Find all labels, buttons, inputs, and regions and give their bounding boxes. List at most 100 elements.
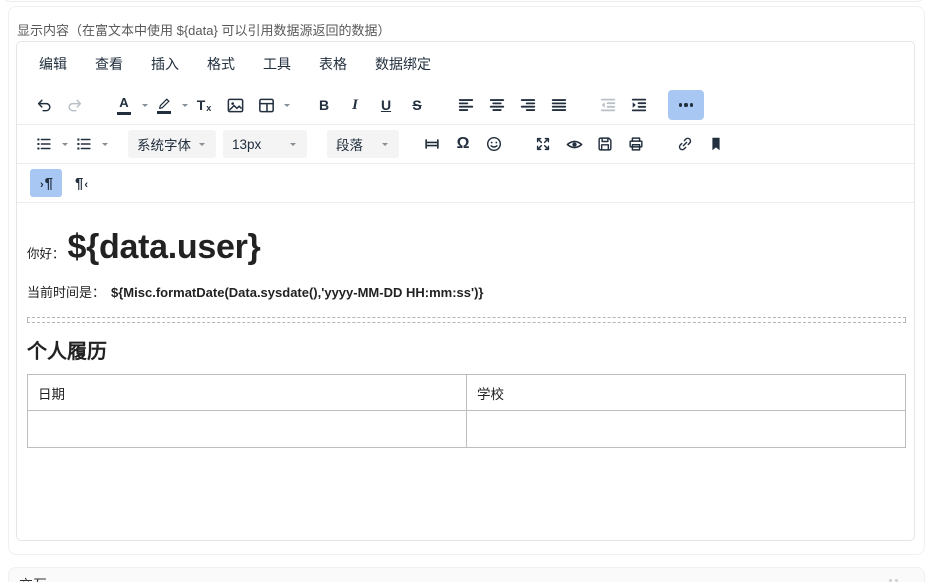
undo-icon — [35, 96, 53, 114]
time-variable: ${Misc.formatDate(Data.sysdate(),'yyyy-M… — [111, 285, 483, 300]
bullet-list-button[interactable] — [30, 130, 58, 158]
font-size-caret-icon — [290, 143, 296, 149]
toolbar-row-1: A Tx — [17, 86, 914, 125]
align-center-button[interactable] — [483, 91, 511, 119]
link-icon — [676, 135, 694, 153]
interaction-section-header[interactable]: 交互 — [8, 567, 925, 582]
horizontal-rule[interactable] — [27, 317, 906, 323]
insert-image-button[interactable] — [221, 91, 249, 119]
indent-button[interactable] — [625, 91, 653, 119]
print-button[interactable] — [622, 130, 650, 158]
table-caret-icon[interactable] — [284, 104, 290, 110]
menu-data-binding[interactable]: 数据绑定 — [366, 50, 440, 78]
bold-button[interactable]: B — [310, 91, 338, 119]
menu-edit[interactable]: 编辑 — [30, 50, 76, 78]
print-icon — [627, 135, 645, 153]
table-header-row: 日期 学校 — [28, 375, 906, 411]
text-color-caret-icon[interactable] — [142, 104, 148, 110]
italic-button[interactable]: I — [341, 91, 369, 119]
fullscreen-button[interactable] — [529, 130, 557, 158]
redo-button[interactable] — [61, 91, 89, 119]
align-justify-icon — [550, 96, 568, 114]
clear-formatting-button[interactable]: Tx — [190, 91, 218, 119]
outdent-button[interactable] — [594, 91, 622, 119]
insert-link-button[interactable] — [671, 130, 699, 158]
more-toolbar-button[interactable] — [668, 90, 704, 120]
align-left-button[interactable] — [452, 91, 480, 119]
underline-icon: U — [381, 98, 391, 112]
time-paragraph[interactable]: 当前时间是： ${Misc.formatDate(Data.sysdate(),… — [27, 282, 906, 301]
table-header-school[interactable]: 学校 — [467, 375, 906, 411]
menu-format[interactable]: 格式 — [198, 50, 244, 78]
fullscreen-icon — [534, 135, 552, 153]
table-icon — [257, 96, 276, 115]
omega-icon: Ω — [457, 137, 470, 151]
display-content-card: 显示内容（在富文本中使用 ${data} 可以引用数据源返回的数据） 编辑 查看… — [8, 6, 925, 555]
insert-table-button[interactable] — [252, 91, 280, 119]
editor-menubar: 编辑 查看 插入 格式 工具 表格 数据绑定 — [17, 42, 914, 86]
menu-view[interactable]: 查看 — [86, 50, 132, 78]
indent-icon — [630, 96, 648, 114]
undo-button[interactable] — [30, 91, 58, 119]
table-cell-school[interactable] — [467, 411, 906, 448]
emoticon-icon — [485, 135, 503, 153]
redo-icon — [66, 96, 84, 114]
greeting-heading[interactable]: 你好： ${data.user} — [27, 228, 906, 267]
highlight-color-caret-icon[interactable] — [182, 104, 188, 110]
previous-card-remnant — [2, 0, 925, 2]
block-format-caret-icon — [382, 143, 388, 149]
field-label: 显示内容（在富文本中使用 ${data} 可以引用数据源返回的数据） — [17, 20, 390, 39]
menu-tools[interactable]: 工具 — [254, 50, 300, 78]
align-justify-button[interactable] — [545, 91, 573, 119]
text-color-button[interactable]: A — [110, 91, 138, 119]
toolbar-row-2: 系统字体 13px 段落 Ω — [17, 125, 914, 164]
table-cell-date[interactable] — [28, 411, 467, 448]
menu-table[interactable]: 表格 — [310, 50, 356, 78]
clear-formatting-icon: T — [197, 98, 206, 112]
numbered-list-button[interactable] — [70, 130, 98, 158]
numbered-list-caret-icon[interactable] — [102, 143, 108, 149]
outdent-icon — [599, 96, 617, 114]
horizontal-rule-button[interactable] — [418, 130, 446, 158]
strikethrough-icon: S — [412, 98, 421, 112]
eye-icon — [565, 135, 584, 154]
special-character-button[interactable]: Ω — [449, 130, 477, 158]
resume-table: 日期 学校 — [27, 374, 906, 448]
font-size-select[interactable]: 13px — [223, 130, 307, 158]
strikethrough-button[interactable]: S — [403, 91, 431, 119]
bookmark-icon — [707, 135, 725, 153]
ltr-button[interactable]: ›¶ — [30, 169, 62, 197]
image-icon — [226, 96, 245, 115]
align-right-button[interactable] — [514, 91, 542, 119]
horizontal-rule-icon — [423, 135, 441, 153]
menu-insert[interactable]: 插入 — [142, 50, 188, 78]
greeting-variable: ${data.user} — [68, 228, 261, 267]
align-center-icon — [488, 96, 506, 114]
bullet-list-icon — [35, 135, 53, 153]
font-family-caret-icon — [199, 143, 205, 149]
preview-button[interactable] — [560, 130, 588, 158]
rtl-icon: ¶‹ — [75, 175, 89, 192]
editor-content-area[interactable]: 你好： ${data.user} 当前时间是： ${Misc.formatDat… — [17, 203, 914, 541]
emoticons-button[interactable] — [480, 130, 508, 158]
highlight-color-button[interactable] — [150, 91, 178, 119]
align-left-icon — [457, 96, 475, 114]
toolbar-row-3: ›¶ ¶‹ — [17, 164, 914, 203]
properties-panel: 显示内容（在富文本中使用 ${data} 可以引用数据源返回的数据） 编辑 查看… — [0, 0, 943, 582]
save-button[interactable] — [591, 130, 619, 158]
underline-button[interactable]: U — [372, 91, 400, 119]
text-color-icon: A — [117, 96, 131, 115]
ellipsis-icon — [679, 103, 682, 106]
ltr-icon: ›¶ — [39, 175, 53, 192]
rtl-button[interactable]: ¶‹ — [66, 169, 98, 197]
align-right-icon — [519, 96, 537, 114]
anchor-button[interactable] — [702, 130, 730, 158]
resume-section-title[interactable]: 个人履历 — [27, 335, 906, 364]
rich-text-editor[interactable]: 编辑 查看 插入 格式 工具 表格 数据绑定 — [16, 41, 915, 541]
table-row — [28, 411, 906, 448]
font-family-select[interactable]: 系统字体 — [128, 130, 216, 158]
block-format-select[interactable]: 段落 — [327, 130, 399, 158]
bullet-list-caret-icon[interactable] — [62, 143, 68, 149]
time-label: 当前时间是： — [27, 282, 105, 301]
table-header-date[interactable]: 日期 — [28, 375, 467, 411]
